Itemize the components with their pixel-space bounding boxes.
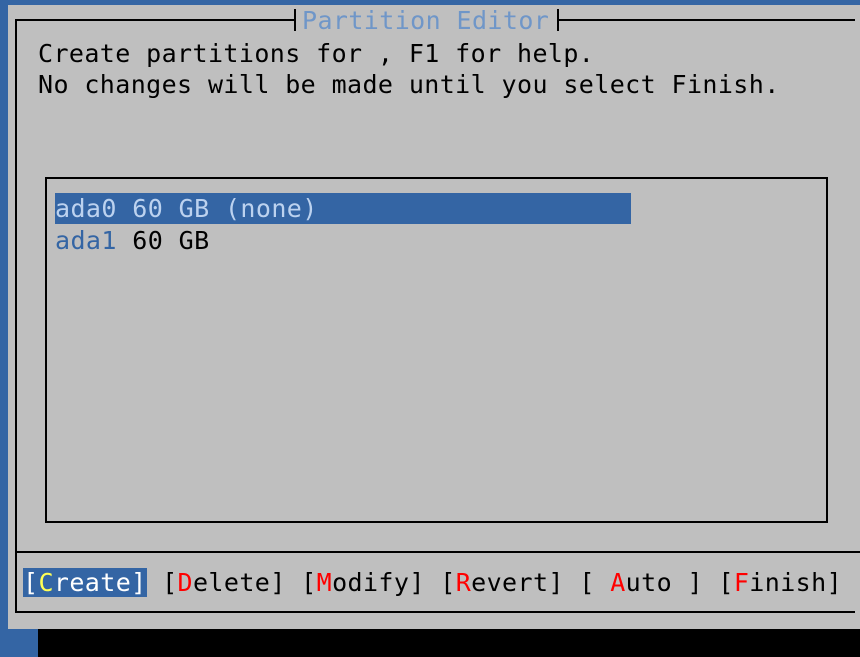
dialog-prompt: Create partitions for , F1 for help. No … [38, 38, 780, 100]
finish-button[interactable]: [Finish] [718, 568, 842, 597]
screen-bottom-shadow [38, 629, 860, 657]
partition-editor-dialog: Partition Editor Create partitions for ,… [8, 5, 860, 629]
modify-button[interactable]: [Modify] [301, 568, 425, 597]
button-bar: [Create] [Delete] [Modify] [Revert] [ Au… [23, 567, 842, 598]
disk-row-ada1[interactable]: ada1 60 GB [55, 225, 631, 256]
create-button[interactable]: [Create] [23, 568, 147, 597]
delete-button[interactable]: [Delete] [162, 568, 286, 597]
prompt-line-2: No changes will be made until you select… [38, 70, 780, 99]
button-separator [15, 551, 860, 553]
dialog-title: Partition Editor [294, 5, 560, 36]
auto-button[interactable]: [ Auto ] [579, 568, 703, 597]
disk-list[interactable]: ada0 60 GB (none) ada1 60 GB [45, 177, 828, 523]
disk-row-ada0[interactable]: ada0 60 GB (none) [55, 193, 631, 224]
disk-info: 60 GB (none) [132, 194, 318, 223]
disk-device: ada0 [55, 194, 117, 223]
revert-button[interactable]: [Revert] [440, 568, 564, 597]
disk-device: ada1 [55, 226, 117, 255]
prompt-line-1: Create partitions for , F1 for help. [38, 39, 595, 68]
disk-info: 60 GB [132, 226, 210, 255]
